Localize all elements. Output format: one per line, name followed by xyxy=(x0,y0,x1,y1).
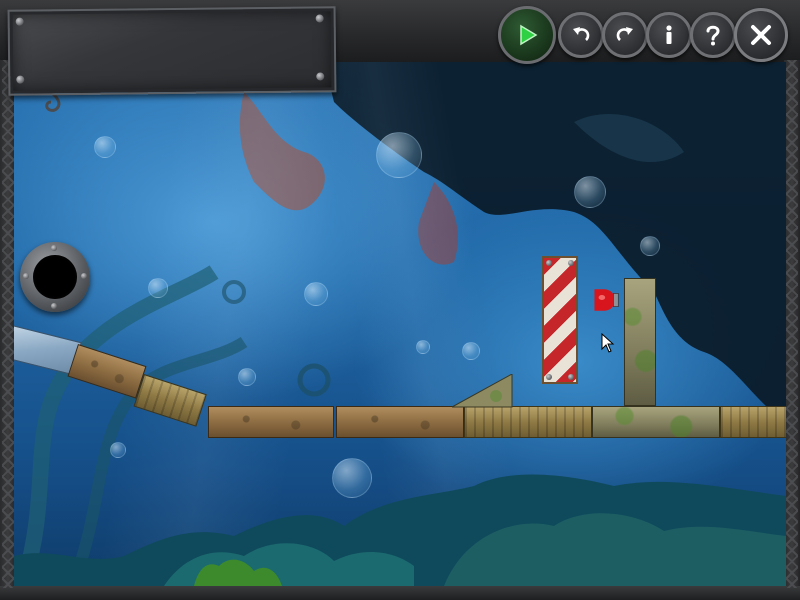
rivet xyxy=(568,374,574,380)
ball-spawn-porthole xyxy=(20,242,90,312)
level-title-plate xyxy=(7,6,337,96)
play-icon xyxy=(520,24,538,46)
redo-icon xyxy=(616,27,633,41)
wedge-block[interactable] xyxy=(452,374,514,408)
mossy-stone-pillar[interactable] xyxy=(624,278,656,406)
rivet xyxy=(15,17,24,26)
floor-plank-stone[interactable] xyxy=(336,406,464,438)
floor-plank-wood[interactable] xyxy=(464,406,592,438)
close-icon xyxy=(751,25,771,45)
striped-hazard-block[interactable] xyxy=(542,256,578,384)
level-title-text xyxy=(30,37,314,66)
help-icon xyxy=(706,25,720,46)
bubble xyxy=(574,176,606,208)
rivet xyxy=(51,303,57,309)
rivet xyxy=(315,14,324,23)
red-trigger-button[interactable] xyxy=(592,286,620,314)
rivet xyxy=(316,72,325,81)
floor-plank-wood[interactable] xyxy=(720,406,786,438)
redo-button[interactable] xyxy=(602,12,648,58)
info-icon xyxy=(666,25,672,44)
bubble xyxy=(640,236,660,256)
bubble xyxy=(462,342,480,360)
help-button[interactable] xyxy=(690,12,736,58)
bubble xyxy=(376,132,422,178)
porthole-opening xyxy=(33,255,77,299)
floor-plank-mossy[interactable] xyxy=(592,406,720,438)
game-scene[interactable] xyxy=(14,62,786,586)
undo-button[interactable] xyxy=(558,12,604,58)
coral-reef xyxy=(14,474,786,586)
rivet xyxy=(51,245,57,251)
right-lattice-decoration xyxy=(786,60,798,588)
mouse-cursor xyxy=(601,333,615,353)
bubble xyxy=(304,282,328,306)
info-button[interactable] xyxy=(646,12,692,58)
rivet xyxy=(546,260,552,266)
undo-icon xyxy=(573,27,590,41)
bubble xyxy=(416,340,430,354)
rivet xyxy=(546,374,552,380)
bubble xyxy=(94,136,116,158)
rivet xyxy=(568,260,574,266)
floor-plank-stone[interactable] xyxy=(208,406,334,438)
play-button[interactable] xyxy=(498,6,556,64)
bubble xyxy=(238,368,256,386)
left-lattice-decoration xyxy=(2,60,14,588)
rivet xyxy=(23,273,29,279)
bottom-frame-bar xyxy=(0,586,800,600)
rivet xyxy=(16,75,25,84)
rivet xyxy=(81,273,87,279)
exit-button[interactable] xyxy=(734,8,788,62)
bubble xyxy=(148,278,168,298)
